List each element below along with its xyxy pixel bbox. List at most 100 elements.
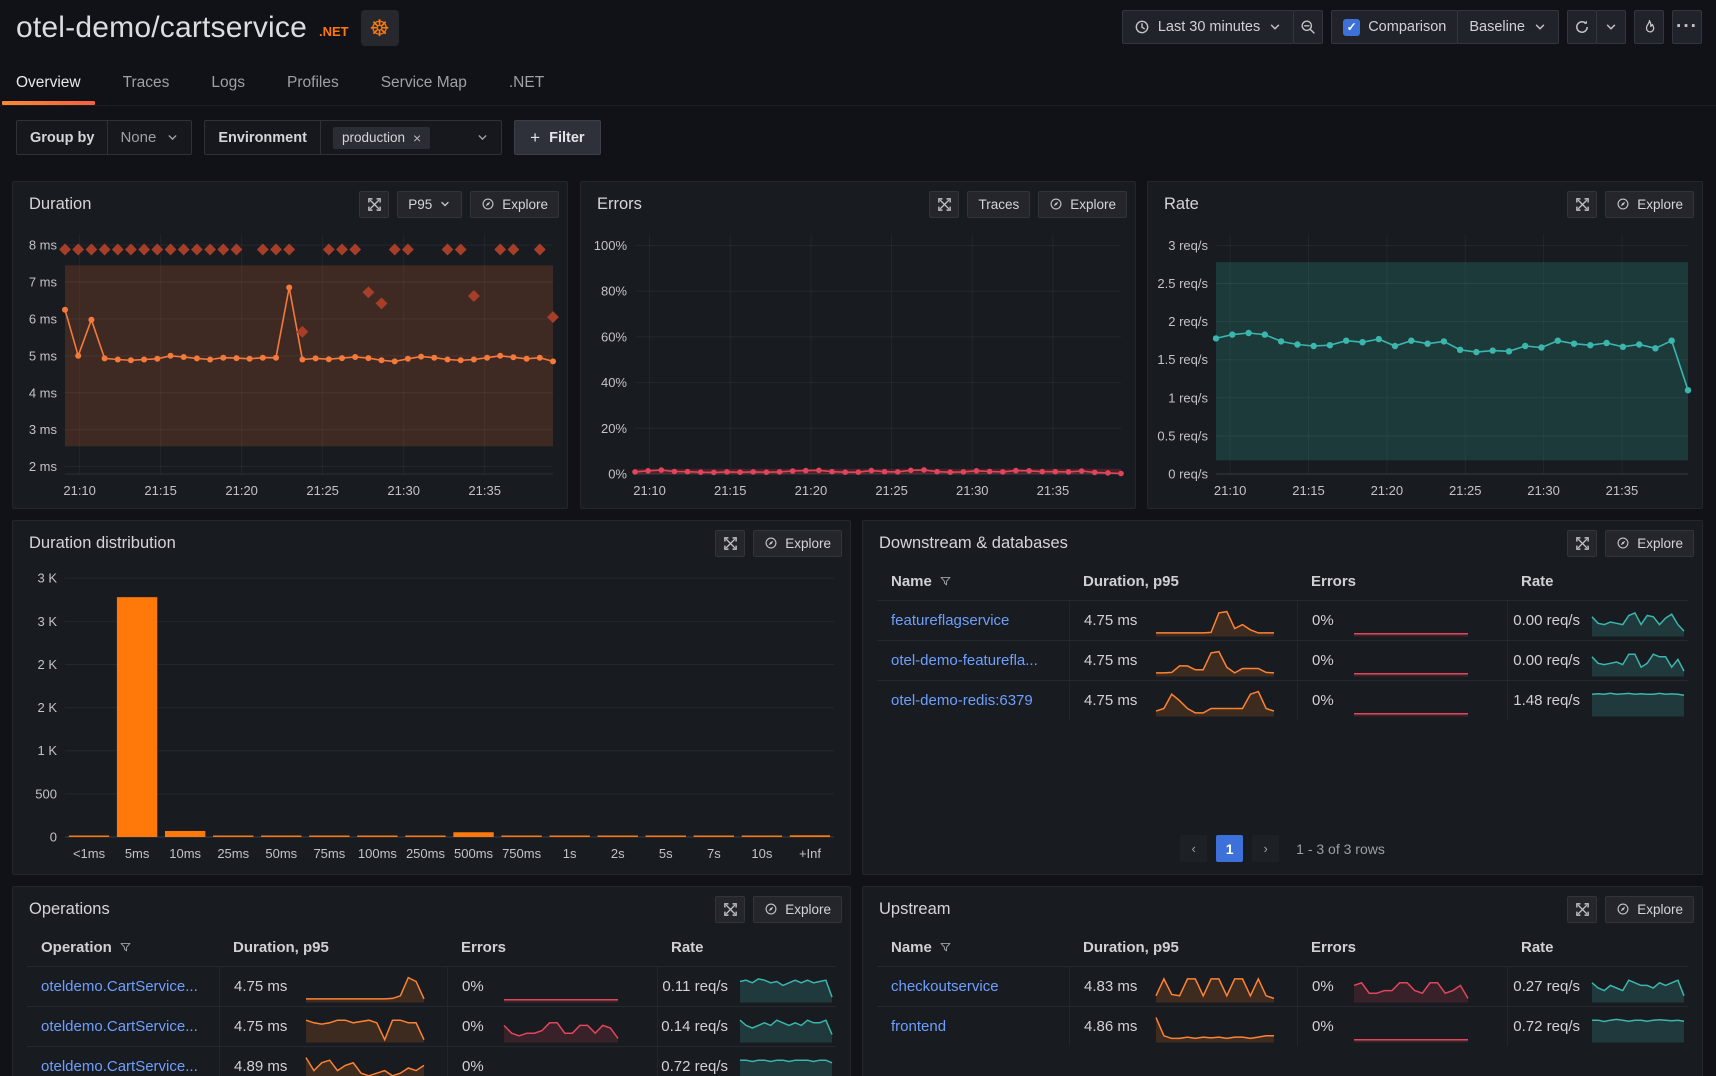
operation-link[interactable]: oteldemo.CartService... [41,1058,198,1075]
expand-panel-button[interactable] [1567,530,1597,557]
filter-funnel-icon[interactable] [119,941,132,954]
traces-button[interactable]: Traces [967,191,1030,218]
column-header-errors[interactable]: Errors [447,929,657,966]
table-row: oteldemo.CartService... 4.89 ms 0% 0.72 … [27,1046,836,1076]
tab-logs[interactable]: Logs [197,68,259,105]
rate-sparkline [1590,1010,1686,1044]
tab-profiles[interactable]: Profiles [273,68,353,105]
svg-text:21:25: 21:25 [306,483,339,498]
column-header-rate[interactable]: Rate [1507,563,1688,600]
column-header-operation[interactable]: Operation [27,929,219,966]
duration-sparkline [1154,644,1276,678]
percentile-dropdown[interactable]: P95 [397,191,462,218]
duration-distribution-chart[interactable]: 05001 K2 K2 K3 K3 K<1ms5ms10ms25ms50ms75… [19,561,846,867]
zoom-out-icon [1300,19,1316,35]
svg-text:2 req/s: 2 req/s [1168,314,1208,329]
comparison-toggle[interactable]: ✓ Comparison [1331,10,1458,44]
column-header-name[interactable]: Name [877,563,1069,600]
kubernetes-icon[interactable]: ☸ [361,10,399,46]
svg-text:21:35: 21:35 [1606,483,1639,498]
service-link[interactable]: otel-demo-featurefla... [891,652,1038,669]
svg-text:0 req/s: 0 req/s [1168,467,1208,482]
flame-graph-button[interactable] [1634,10,1664,44]
svg-text:10s: 10s [751,846,772,861]
tab-overview[interactable]: Overview [2,68,95,105]
errors-value: 0% [1312,652,1342,669]
svg-text:2 K: 2 K [37,700,57,715]
rate-value: 0.72 req/s [1513,1018,1580,1035]
refresh-interval-dropdown[interactable] [1596,10,1626,44]
tab-traces[interactable]: Traces [109,68,184,105]
svg-text:21:20: 21:20 [1371,483,1404,498]
errors-value: 0% [1312,1018,1342,1035]
refresh-button[interactable] [1567,10,1597,44]
expand-panel-button[interactable] [1567,191,1597,218]
page-number-button[interactable]: 1 [1216,835,1243,862]
column-header-name[interactable]: Name [877,929,1069,966]
expand-panel-button[interactable] [715,530,745,557]
comparison-label: Comparison [1368,19,1446,35]
explore-button[interactable]: Explore [1038,191,1127,218]
column-header-errors[interactable]: Errors [1297,563,1507,600]
expand-panel-button[interactable] [929,191,959,218]
errors-value: 0% [462,1058,492,1075]
refresh-icon [1574,19,1590,35]
zoom-out-button[interactable] [1293,10,1323,44]
operation-link[interactable]: oteldemo.CartService... [41,978,198,995]
environment-select[interactable]: production × [321,121,501,154]
duration-sparkline [1154,684,1276,718]
filter-funnel-icon[interactable] [939,941,952,954]
errors-value: 0% [462,1018,492,1035]
compass-icon [1049,197,1063,211]
expand-panel-button[interactable] [715,896,745,923]
baseline-dropdown[interactable]: Baseline [1457,10,1559,44]
tab-dotnet[interactable]: .NET [495,68,558,105]
explore-button[interactable]: Explore [1605,896,1694,923]
tab-service-map[interactable]: Service Map [367,68,481,105]
rate-chart[interactable]: 21:1021:1521:2021:2521:3021:350 req/s0.5… [1154,222,1698,504]
svg-text:750ms: 750ms [502,846,542,861]
filter-funnel-icon[interactable] [939,575,952,588]
svg-text:5ms: 5ms [125,846,150,861]
prev-page-button[interactable]: ‹ [1180,835,1207,862]
svg-text:3 K: 3 K [37,571,57,586]
service-link[interactable]: frontend [891,1018,946,1035]
service-link[interactable]: otel-demo-redis:6379 [891,692,1033,709]
errors-chart[interactable]: 21:1021:1521:2021:2521:3021:350%20%40%60… [587,222,1131,504]
group-by-select[interactable]: None [108,121,191,154]
svg-text:3 K: 3 K [37,614,57,629]
column-header-rate[interactable]: Rate [1507,929,1688,966]
next-page-button[interactable]: › [1252,835,1279,862]
svg-text:5 ms: 5 ms [29,348,58,363]
column-header-rate[interactable]: Rate [657,929,836,966]
comparison-checkbox[interactable]: ✓ [1343,19,1360,36]
explore-button[interactable]: Explore [1605,191,1694,218]
svg-text:+Inf: +Inf [799,846,821,861]
add-filter-button[interactable]: + Filter [514,120,600,155]
time-range-picker[interactable]: Last 30 minutes [1122,10,1294,44]
svg-text:80%: 80% [601,284,627,299]
errors-value: 0% [1312,692,1342,709]
column-header-duration[interactable]: Duration, p95 [219,929,447,966]
duration-value: 4.75 ms [1084,692,1144,709]
service-link[interactable]: checkoutservice [891,978,999,995]
explore-button[interactable]: Explore [1605,530,1694,557]
tab-bar: Overview Traces Logs Profiles Service Ma… [0,46,1716,106]
expand-panel-button[interactable] [359,191,389,218]
service-link[interactable]: featureflagservice [891,612,1009,629]
operation-link[interactable]: oteldemo.CartService... [41,1018,198,1035]
column-header-duration[interactable]: Duration, p95 [1069,929,1297,966]
explore-button[interactable]: Explore [753,896,842,923]
explore-button[interactable]: Explore [753,530,842,557]
more-options-button[interactable]: ··· [1672,10,1702,44]
duration-chart[interactable]: 21:1021:1521:2021:2521:3021:352 ms3 ms4 … [19,222,563,504]
errors-sparkline [1352,604,1470,638]
chevron-down-icon [1604,20,1618,34]
explore-button[interactable]: Explore [470,191,559,218]
table-row: checkoutservice 4.83 ms 0% 0.27 req/s [877,966,1688,1006]
flame-icon [1641,19,1657,35]
expand-panel-button[interactable] [1567,896,1597,923]
remove-filter-icon[interactable]: × [413,130,421,146]
column-header-duration[interactable]: Duration, p95 [1069,563,1297,600]
column-header-errors[interactable]: Errors [1297,929,1507,966]
